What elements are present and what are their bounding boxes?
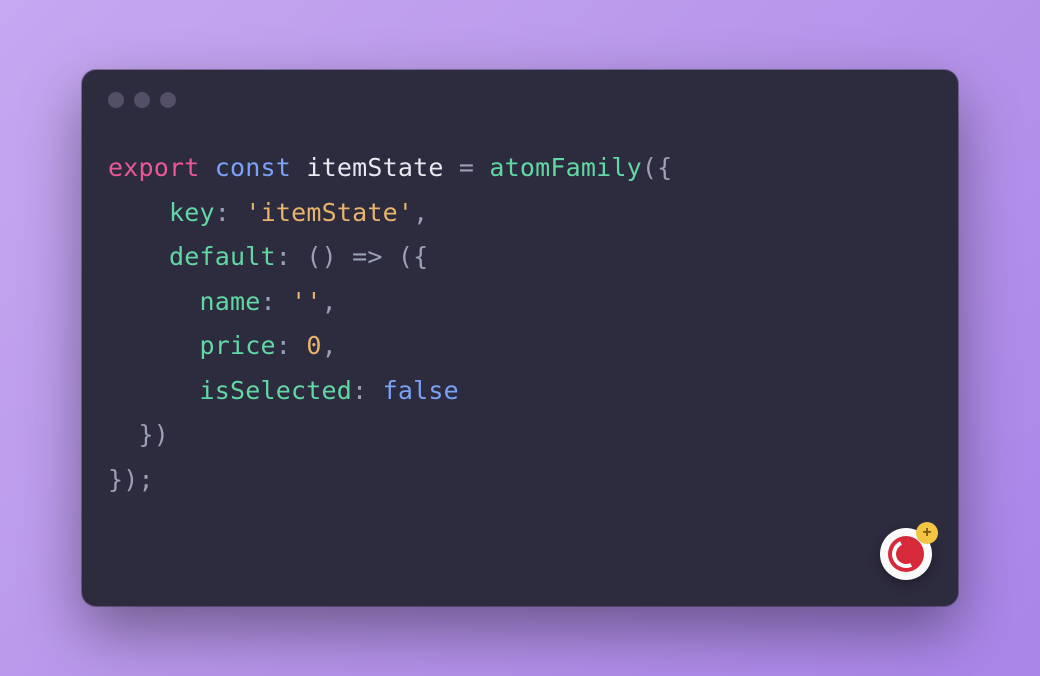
- token-equals: =: [459, 153, 474, 182]
- code-line-6: isSelected: false: [108, 376, 459, 405]
- token-colon: :: [261, 287, 276, 316]
- token-close-brace: }): [139, 420, 170, 449]
- code-line-7: }): [108, 420, 169, 449]
- code-line-2: key: 'itemState',: [108, 198, 428, 227]
- token-prop-isselected: isSelected: [200, 376, 353, 405]
- token-number: 0: [306, 331, 321, 360]
- code-line-1: export const itemState = atomFamily({: [108, 153, 672, 182]
- token-open-paren: ({: [642, 153, 673, 182]
- token-prop-price: price: [200, 331, 276, 360]
- plus-icon: +: [916, 522, 938, 544]
- token-function-call: atomFamily: [489, 153, 642, 182]
- token-prop-name: name: [200, 287, 261, 316]
- token-arrow: =>: [352, 242, 383, 271]
- code-line-8: });: [108, 465, 154, 494]
- token-arrow-parens: (): [306, 242, 337, 271]
- floating-action-badge[interactable]: +: [880, 528, 932, 580]
- token-colon: :: [276, 331, 291, 360]
- token-open-brace: ({: [398, 242, 429, 271]
- token-comma: ,: [322, 287, 337, 316]
- window-close-dot[interactable]: [108, 92, 124, 108]
- code-block: export const itemState = atomFamily({ ke…: [82, 108, 958, 528]
- window-minimize-dot[interactable]: [134, 92, 150, 108]
- token-prop-key: key: [169, 198, 215, 227]
- code-line-4: name: '',: [108, 287, 337, 316]
- code-line-5: price: 0,: [108, 331, 337, 360]
- token-boolean: false: [383, 376, 459, 405]
- token-comma: ,: [413, 198, 428, 227]
- code-window: export const itemState = atomFamily({ ke…: [82, 70, 958, 606]
- code-line-3: default: () => ({: [108, 242, 428, 271]
- token-string: 'itemState': [245, 198, 413, 227]
- window-controls: [82, 70, 958, 108]
- token-comma: ,: [322, 331, 337, 360]
- window-maximize-dot[interactable]: [160, 92, 176, 108]
- token-const: const: [215, 153, 291, 182]
- token-colon: :: [352, 376, 367, 405]
- token-close-all: });: [108, 465, 154, 494]
- token-colon: :: [276, 242, 291, 271]
- token-string-empty: '': [291, 287, 322, 316]
- token-varname: itemState: [306, 153, 443, 182]
- token-export: export: [108, 153, 200, 182]
- token-colon: :: [215, 198, 230, 227]
- token-prop-default: default: [169, 242, 276, 271]
- crescent-icon: [888, 536, 924, 572]
